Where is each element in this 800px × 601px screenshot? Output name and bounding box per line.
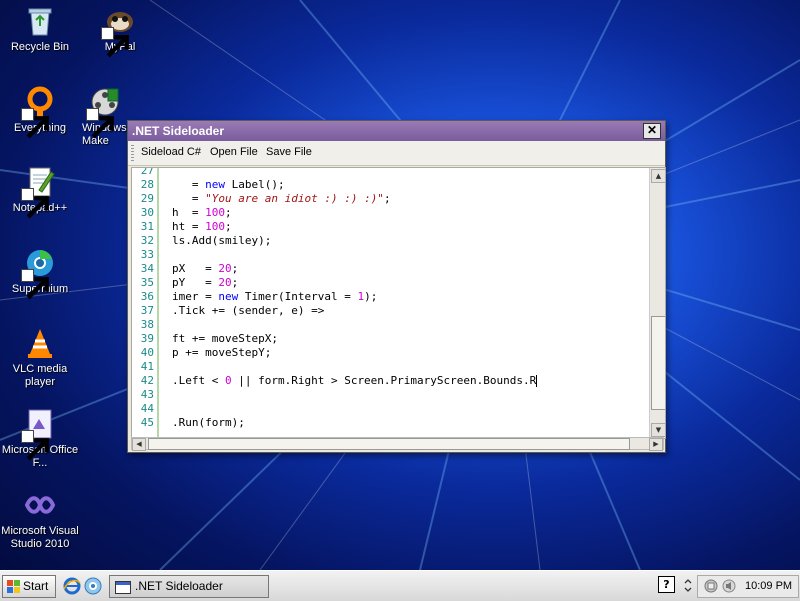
code-line[interactable]: ls.Add(smiley); [172, 234, 271, 247]
line-number: 30 [140, 206, 154, 219]
toolbar-grip[interactable] [131, 145, 134, 161]
taskbar: Start .NET Sideloader ? 10:09 PM [0, 570, 800, 601]
line-number: 34 [140, 262, 154, 275]
sideloader-window: .NET Sideloader ✕ Sideload C# Open File … [127, 120, 666, 453]
menu-open-file[interactable]: Open File [210, 146, 258, 158]
taskbar-button-label: .NET Sideloader [135, 579, 223, 593]
desktop-icon-visual-studio[interactable]: Microsoft Visual Studio 2010 [0, 488, 80, 551]
line-number: 31 [140, 220, 154, 233]
desktop-icon-windows-movie-maker[interactable]: Windows Make [80, 85, 130, 148]
code-line[interactable]: ht = 100; [172, 220, 232, 233]
line-number: 28 [140, 178, 154, 191]
desktop-icon-label: Recycle Bin [10, 41, 70, 53]
code-line[interactable]: pY = 20; [172, 276, 238, 289]
desktop-icon-supermium[interactable]: Supermium [0, 246, 80, 300]
everything-search-icon [21, 85, 57, 139]
horizontal-scroll-thumb[interactable] [148, 438, 630, 450]
line-number: 32 [140, 234, 154, 247]
desktop-icon-notepadpp[interactable]: Notepad++ [0, 165, 80, 219]
desktop-icon-ms-office[interactable]: Microsoft Office F... [0, 407, 80, 470]
scroll-right-arrow-icon[interactable]: ▶ [649, 438, 663, 451]
ms-office-icon [21, 407, 57, 461]
system-tray: 10:09 PM [697, 575, 799, 598]
fold-margin[interactable] [157, 168, 159, 438]
menu-save-file[interactable]: Save File [266, 146, 312, 158]
recycle-bin-icon [23, 4, 57, 38]
window-icon [115, 581, 131, 594]
film-reel-icon [86, 85, 122, 139]
vlc-cone-icon [23, 326, 57, 360]
tray-expand-icon[interactable] [683, 577, 693, 593]
line-number: 36 [140, 290, 154, 303]
line-number: 37 [140, 304, 154, 317]
code-line[interactable]: pX = 20; [172, 262, 238, 275]
code-line[interactable]: .Tick += (sender, e) => [172, 304, 324, 317]
shortcut-arrow-icon [21, 188, 49, 219]
volume-icon[interactable] [722, 579, 736, 593]
code-line[interactable]: p += moveStepY; [172, 346, 271, 359]
desktop-icon-everything[interactable]: Everything [0, 85, 80, 139]
line-number: 42 [140, 374, 154, 387]
code-line[interactable]: ft += moveStepX; [172, 332, 278, 345]
window-title: .NET Sideloader [132, 124, 225, 138]
code-line[interactable]: h = 100; [172, 206, 232, 219]
clock[interactable]: 10:09 PM [745, 580, 792, 592]
line-number: 39 [140, 332, 154, 345]
line-number: 43 [140, 388, 154, 401]
supermium-browser-icon [21, 246, 57, 300]
horizontal-scrollbar[interactable]: ◀ ▶ [131, 437, 664, 451]
shortcut-arrow-icon [86, 108, 114, 139]
scroll-down-arrow-icon[interactable]: ▼ [651, 423, 665, 437]
shortcut-arrow-icon [21, 430, 49, 461]
mypal-icon [101, 4, 137, 58]
internet-explorer-icon[interactable] [63, 577, 81, 595]
start-label: Start [23, 579, 49, 593]
desktop: Recycle Bin MyPal Everything Windows Mak… [0, 0, 800, 570]
menu-sideload-csharp[interactable]: Sideload C# [141, 146, 201, 158]
line-number: 45 [140, 416, 154, 429]
scroll-left-arrow-icon[interactable]: ◀ [132, 438, 146, 451]
line-number: 38 [140, 318, 154, 331]
shortcut-arrow-icon [101, 27, 129, 58]
explorer-folder-icon[interactable] [84, 577, 102, 595]
vertical-scrollbar[interactable]: ▲ ▼ [649, 168, 665, 438]
desktop-icon-label: Microsoft Visual Studio 2010 [1, 525, 79, 550]
desktop-icon-mypal[interactable]: MyPal [80, 4, 160, 58]
desktop-icon-vlc[interactable]: VLC media player [0, 326, 80, 389]
shortcut-arrow-icon [21, 269, 49, 300]
menu-bar: Sideload C# Open File Save File [128, 141, 665, 166]
window-titlebar[interactable]: .NET Sideloader ✕ [128, 121, 665, 141]
windows-flag-icon [7, 580, 20, 593]
notepadpp-icon [21, 165, 57, 219]
help-icon[interactable]: ? [658, 576, 675, 593]
line-number: 27 [140, 167, 154, 177]
network-icon[interactable] [704, 579, 718, 593]
vertical-scroll-thumb[interactable] [651, 316, 665, 410]
desktop-icon-recycle-bin[interactable]: Recycle Bin [0, 4, 80, 54]
line-number: 33 [140, 248, 154, 261]
taskbar-button-sideloader[interactable]: .NET Sideloader [109, 575, 269, 598]
code-line[interactable]: = new Label(); [172, 178, 285, 191]
code-editor[interactable]: 27 28 = new Label(); 29 = "You are an idio… [131, 167, 666, 439]
code-line[interactable]: .Left < 0 || form.Right > Screen.Primary… [172, 374, 538, 387]
text-cursor [536, 375, 538, 387]
desktop-icon-label: VLC media player [12, 363, 68, 388]
line-number: 41 [140, 360, 154, 373]
line-number: 44 [140, 402, 154, 415]
line-number: 29 [140, 192, 154, 205]
line-number: 40 [140, 346, 154, 359]
code-line[interactable]: = "You are an idiot :) :) :)"; [172, 192, 391, 205]
scroll-up-arrow-icon[interactable]: ▲ [651, 169, 665, 183]
code-line[interactable]: .Run(form); [172, 416, 245, 429]
close-button[interactable]: ✕ [643, 123, 661, 139]
start-button[interactable]: Start [2, 575, 56, 598]
line-number: 35 [140, 276, 154, 289]
visual-studio-icon [23, 488, 57, 522]
code-line[interactable]: imer = new Timer(Interval = 1); [172, 290, 377, 303]
shortcut-arrow-icon [21, 108, 49, 139]
